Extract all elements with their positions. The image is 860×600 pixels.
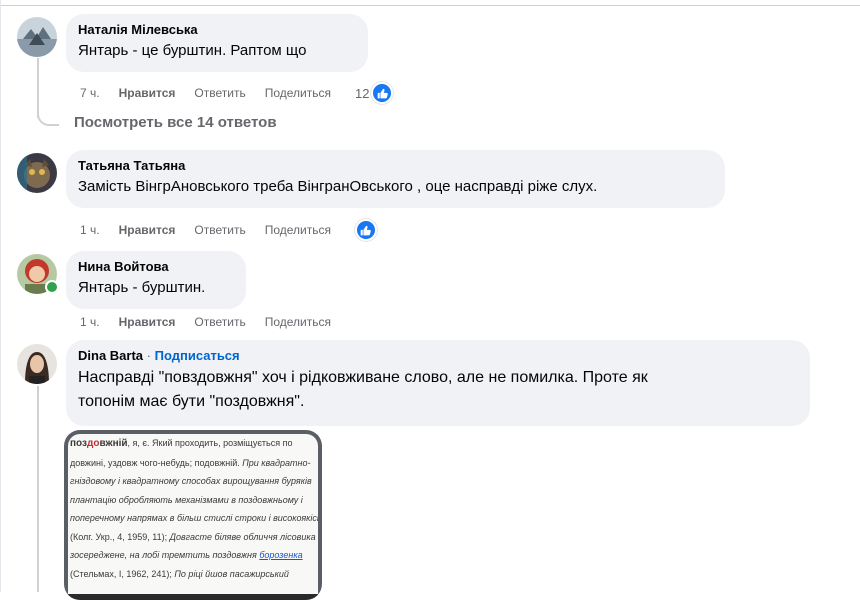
comment-author[interactable]: Нина Войтова xyxy=(78,259,234,275)
excerpt-line: плантацію обробляють механізмами в поздо… xyxy=(70,494,303,505)
thread-line-reply xyxy=(37,386,39,592)
avatar[interactable] xyxy=(17,17,57,57)
comment-bubble: Нина Войтова Янтарь - бурштин. xyxy=(66,251,246,309)
separator: · xyxy=(146,348,151,363)
excerpt-line: гніздовому і квадратному способах вирощу… xyxy=(70,476,312,486)
comment-text-line: Насправді "повздовжня" хоч і рідковживан… xyxy=(78,369,648,386)
reply-button[interactable]: Ответить xyxy=(194,223,245,237)
comment-text: Насправді "повздовжня" хоч і рідковживан… xyxy=(78,366,798,414)
comment-actions: 7 ч. Нравится Ответить Поделиться 12 xyxy=(80,82,412,104)
online-status-icon xyxy=(45,280,59,294)
avatar[interactable] xyxy=(17,344,57,384)
reply-button[interactable]: Ответить xyxy=(194,86,245,100)
excerpt-line: довжині, уздовж чого-небудь; подовжній. … xyxy=(70,457,311,468)
comment-actions: 1 ч. Нравится Ответить Поделиться xyxy=(80,315,350,329)
reaction-summary[interactable]: 12 xyxy=(355,82,412,104)
excerpt-line: поздовжній, я, є. Який проходить, розміщ… xyxy=(70,438,293,449)
left-divider xyxy=(0,0,1,592)
excerpt-line: поперечному напрямах в більш стислі стро… xyxy=(70,513,318,523)
comment-actions: 1 ч. Нравится Ответить Поделиться xyxy=(80,219,377,241)
comment-time[interactable]: 7 ч. xyxy=(80,86,100,100)
comment-time[interactable]: 1 ч. xyxy=(80,223,100,237)
image-bottom-bar xyxy=(68,594,318,600)
share-button[interactable]: Поделиться xyxy=(265,223,331,237)
comment-author-line: Dina Barta · Подписаться xyxy=(78,348,798,364)
thumbs-up-icon[interactable] xyxy=(354,219,377,241)
excerpt-line: (Колг. Укр., 4, 1959, 11); Довгасте біля… xyxy=(70,531,316,542)
comment-text-line: топонім має бути "поздовжня". xyxy=(78,393,305,410)
comment-author[interactable]: Наталія Мілевська xyxy=(78,22,356,38)
top-divider xyxy=(0,5,860,6)
comment-bubble: Татьяна Татьяна Замість ВінгрАновського … xyxy=(66,150,725,208)
like-button[interactable]: Нравится xyxy=(119,315,176,329)
share-button[interactable]: Поделиться xyxy=(265,86,331,100)
comment-author[interactable]: Dina Barta xyxy=(78,348,143,363)
comment-bubble: Наталія Мілевська Янтарь - це бурштин. Р… xyxy=(66,14,368,72)
excerpt-line: зосереджене, на лобі тремтить поздовжня … xyxy=(70,550,303,560)
reply-button[interactable]: Ответить xyxy=(194,315,245,329)
thumbs-up-icon xyxy=(371,82,394,104)
thread-curve xyxy=(37,106,59,126)
reaction-count: 12 xyxy=(354,85,370,101)
comment-author[interactable]: Татьяна Татьяна xyxy=(78,158,713,174)
excerpt-line: (Стельмах, І, 1962, 241); По ріці йшов п… xyxy=(70,568,289,579)
headword: поздовжній xyxy=(70,438,128,449)
dictionary-excerpt-image: поздовжній, я, є. Який проходить, розміщ… xyxy=(68,434,318,600)
comment-image-attachment[interactable]: поздовжній, я, є. Який проходить, розміщ… xyxy=(64,430,322,600)
like-button[interactable]: Нравится xyxy=(119,223,176,237)
avatar[interactable] xyxy=(17,153,57,193)
share-button[interactable]: Поделиться xyxy=(265,315,331,329)
comment-text: Янтарь - це бурштин. Раптом що xyxy=(78,42,307,59)
comment-text: Замість ВінгрАновського треба ВінгранОвс… xyxy=(78,178,598,195)
comment-bubble: Dina Barta · Подписаться Насправді "повз… xyxy=(66,340,810,426)
comment-text: Янтарь - бурштин. xyxy=(78,279,206,296)
view-all-replies[interactable]: Посмотреть все 14 ответов xyxy=(74,114,277,131)
comment-time[interactable]: 1 ч. xyxy=(80,315,100,329)
like-button[interactable]: Нравится xyxy=(119,86,176,100)
follow-button[interactable]: Подписаться xyxy=(155,348,240,363)
